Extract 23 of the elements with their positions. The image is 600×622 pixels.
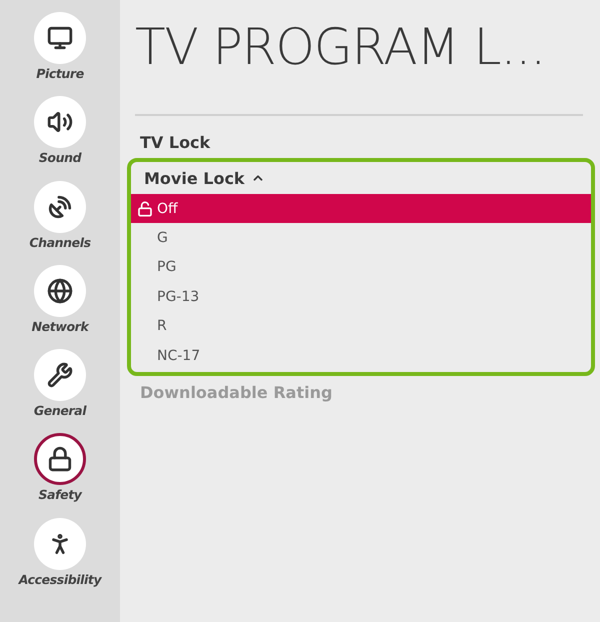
rating-option[interactable]: PG-13 — [131, 282, 591, 312]
category-icon — [47, 194, 73, 220]
rating-option[interactable]: Off — [131, 194, 591, 224]
category-label: General — [34, 403, 86, 418]
category-icon — [47, 25, 73, 51]
category-icon — [47, 446, 73, 472]
rating-option[interactable]: R — [131, 312, 591, 341]
unlock-icon — [137, 200, 153, 217]
rating-option[interactable]: PG — [131, 252, 591, 282]
category-icon — [46, 362, 73, 388]
menu-item[interactable]: Movie Lock — [131, 162, 591, 194]
category-label: Sound — [38, 150, 82, 166]
category-label: Network — [32, 318, 88, 334]
rating-option[interactable]: G — [131, 223, 591, 253]
rating-option[interactable]: NC-17 — [131, 340, 591, 370]
category-label: Channels — [29, 234, 91, 250]
category-label: Accessibility — [18, 572, 102, 587]
category-button[interactable] — [34, 12, 86, 64]
menu-item[interactable]: TV Lock — [127, 126, 595, 158]
category-icon — [46, 278, 73, 304]
category-label: Safety — [38, 487, 82, 502]
category-label: Picture — [36, 66, 84, 81]
page-title: TV PROGRAM L... — [135, 18, 583, 116]
